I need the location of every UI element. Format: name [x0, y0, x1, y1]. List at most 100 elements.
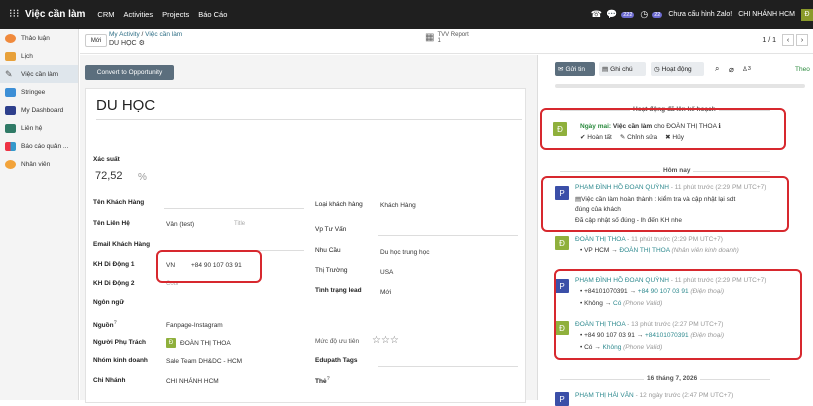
- message-author[interactable]: ĐOÀN THỊ THOA: [575, 236, 625, 243]
- message-avatar: Đ: [555, 236, 569, 250]
- lead-status-label: Tình trạng lead: [315, 287, 362, 294]
- convert-to-opportunity-button[interactable]: Convert to Opportunity: [85, 65, 174, 80]
- zalo-status[interactable]: Chưa cấu hình Zalo!: [668, 11, 732, 18]
- chatter-scrollbar[interactable]: [555, 84, 805, 88]
- breadcrumb-todo[interactable]: Việc cần làm: [145, 31, 182, 38]
- source-select[interactable]: Fanpage-Instagram: [166, 322, 223, 329]
- probability-label: Xác suất: [93, 156, 120, 163]
- priority-stars[interactable]: ☆☆☆: [372, 335, 399, 346]
- sidebar-item-stringee[interactable]: Stringee: [0, 83, 78, 101]
- lead-status-select[interactable]: Mới: [380, 289, 391, 296]
- app-name[interactable]: Việc cần làm: [25, 9, 85, 20]
- menu-reports[interactable]: Báo Cáo: [198, 10, 227, 19]
- dashboard-icon: [5, 105, 16, 115]
- follow-button[interactable]: Theo: [792, 62, 813, 76]
- branch-select[interactable]: CHI NHÁNH HCM: [166, 378, 219, 385]
- followers-button[interactable]: ♙ 3: [739, 62, 754, 76]
- chat-icon[interactable]: 💬: [606, 9, 617, 20]
- message-time: - 11 phút trước (2:29 PM UTC+7): [627, 236, 723, 243]
- phone-icon[interactable]: ☎: [591, 9, 602, 20]
- stringee-icon: [5, 87, 16, 97]
- contact-title-input[interactable]: Title: [234, 221, 245, 227]
- field-name: (Nhân viên kinh doanh): [671, 247, 739, 254]
- form-sheet: DU HỌC Xác suất 72,52 % Tên Khách Hàng T…: [85, 88, 526, 403]
- message-header: ĐOÀN THỊ THOA - 11 phút trước (2:29 PM U…: [575, 236, 723, 243]
- employees-icon: [5, 159, 16, 169]
- apps-grid-icon[interactable]: ⁝⁝⁝: [9, 9, 21, 20]
- sidebar-item-dashboard[interactable]: My Dashboard: [0, 101, 78, 119]
- sidebar-item-contacts[interactable]: Liên hệ: [0, 119, 78, 137]
- contact-name-input[interactable]: Vân (test): [166, 221, 194, 228]
- lead-name[interactable]: DU HỌC: [96, 97, 155, 114]
- market-label: Thị Trường: [315, 267, 348, 274]
- team-select[interactable]: Sale Team DH&DC - HCM: [166, 358, 242, 365]
- customer-name-label: Tên Khách Hàng: [93, 199, 145, 206]
- market-select[interactable]: USA: [380, 269, 393, 276]
- tracking-change: • VP HCM → ĐOÀN THỊ THOA (Nhân viên kinh…: [580, 247, 739, 254]
- calendar-icon: [5, 51, 16, 61]
- edupath-field[interactable]: [378, 366, 518, 367]
- control-panel: Mới My Activity / Việc cần làm DU HỌC ⚙ …: [80, 29, 813, 54]
- probability-input[interactable]: 72,52: [95, 170, 123, 182]
- sidebar-item-calendar[interactable]: Lịch: [0, 47, 78, 65]
- new-value: ĐOÀN THỊ THOA: [619, 247, 670, 254]
- table-icon: ▦: [425, 32, 435, 43]
- clock-icon[interactable]: ◷: [640, 9, 648, 20]
- top-right-tray: ☎ 💬 222 ◷ 22 Chưa cấu hình Zalo! CHI NHÁ…: [591, 0, 813, 29]
- source-label-text: Nguồn: [93, 322, 114, 330]
- activity-button[interactable]: ◷ Hoạt động: [651, 62, 704, 76]
- top-menu: CRM Activities Projects Báo Cáo: [97, 10, 236, 19]
- pager: 1 / 1 ‹ ›: [762, 34, 808, 46]
- log-note-button[interactable]: ▤ Ghi chú: [599, 62, 646, 76]
- paperclip-icon[interactable]: ⌀: [726, 62, 737, 76]
- user-avatar[interactable]: Đ: [801, 8, 813, 21]
- sidebar: Thảo luận Lịch ✎ Việc cần làm Stringee My…: [0, 29, 79, 400]
- pager-value[interactable]: 1 / 1: [762, 37, 776, 44]
- send-message-button[interactable]: ✉ Gửi tin: [555, 62, 595, 76]
- contact-name-label: Tên Liên Hệ: [93, 220, 130, 227]
- top-navbar: ⁝⁝⁝ Việc cần làm CRM Activities Projects…: [0, 0, 813, 29]
- menu-projects[interactable]: Projects: [162, 10, 189, 19]
- breadcrumb-my-activity[interactable]: My Activity: [109, 31, 140, 38]
- breadcrumb: My Activity / Việc cần làm: [109, 31, 183, 38]
- branch-label: Chi Nhánh: [93, 377, 126, 384]
- gear-icon[interactable]: ⚙: [139, 40, 145, 47]
- changes-highlight-box: [554, 269, 802, 360]
- activity-badge: 22: [652, 11, 663, 18]
- customer-type-select[interactable]: Khách Hàng: [380, 202, 416, 209]
- sidebar-item-label: Lịch: [21, 52, 33, 60]
- sidebar-item-discuss[interactable]: Thảo luận: [0, 29, 78, 47]
- need-select[interactable]: Du học trung học: [380, 249, 430, 256]
- envelope-icon: ✉: [558, 66, 564, 73]
- chevron-right-icon[interactable]: ›: [796, 34, 808, 46]
- search-icon[interactable]: ⌕: [712, 62, 722, 76]
- source-label: Nguồn?: [93, 320, 117, 330]
- phone-highlight-box: [156, 250, 262, 283]
- owner-value: ĐOÀN THỊ THOA: [180, 339, 231, 347]
- sidebar-item-label: My Dashboard: [21, 106, 64, 114]
- menu-crm[interactable]: CRM: [97, 10, 114, 19]
- customer-name-field[interactable]: [164, 208, 304, 209]
- sidebar-item-label: Báo cáo quản ...: [21, 142, 69, 150]
- sidebar-item-todo[interactable]: ✎ Việc cần làm: [0, 65, 78, 83]
- owner-avatar: Đ: [166, 338, 176, 348]
- message-highlight-box: [541, 176, 789, 232]
- old-value: VP HCM: [584, 247, 610, 254]
- edupath-label: Edupath Tags: [315, 357, 358, 364]
- clock-icon: ◷: [654, 66, 660, 73]
- message-author[interactable]: PHẠM THỊ HẢI VÂN: [575, 392, 634, 399]
- send-label: Gửi tin: [565, 65, 585, 73]
- date-header: 16 tháng 7, 2026: [644, 375, 701, 382]
- menu-activities[interactable]: Activities: [124, 10, 154, 19]
- tvv-report-button[interactable]: ▦ TVV Report 1: [425, 32, 469, 44]
- language-label: Ngôn ngữ: [93, 299, 125, 306]
- advisor-field[interactable]: [378, 235, 518, 236]
- sidebar-item-reports[interactable]: Báo cáo quản ...: [0, 137, 78, 155]
- owner-select[interactable]: Đ ĐOÀN THỊ THOA: [166, 338, 231, 348]
- owner-label: Người Phụ Trách: [93, 339, 147, 346]
- new-button[interactable]: Mới: [85, 34, 107, 47]
- chevron-left-icon[interactable]: ‹: [782, 34, 794, 46]
- messages-badge: 222: [621, 11, 635, 18]
- sidebar-item-employees[interactable]: Nhân viên: [0, 155, 78, 173]
- company-switcher[interactable]: CHI NHÁNH HCM: [738, 11, 795, 18]
